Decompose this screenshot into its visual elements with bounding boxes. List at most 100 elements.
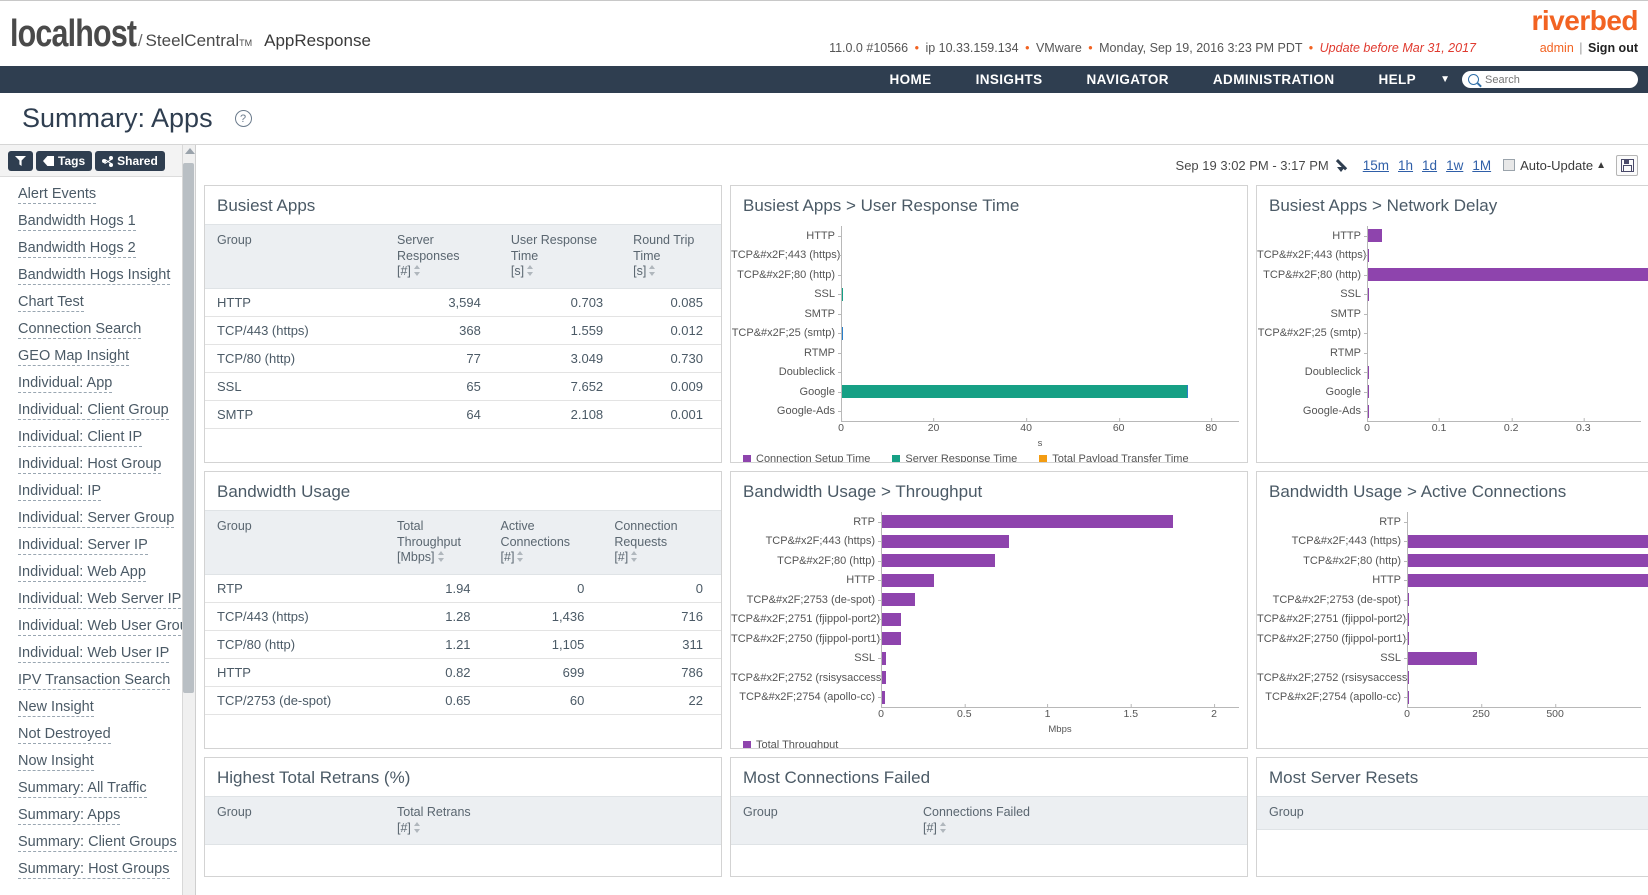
chart-bar[interactable] (882, 573, 1018, 587)
chart-bar[interactable] (1368, 229, 1429, 242)
column-header-2[interactable]: Active Connections [#] (488, 510, 603, 575)
sort-icon[interactable] (649, 265, 656, 277)
scrollbar-thumb[interactable] (183, 163, 194, 693)
search-input[interactable] (1483, 72, 1632, 87)
chart-bar[interactable] (882, 612, 965, 626)
chart-bar[interactable] (1408, 554, 1648, 567)
sidebar-item-3[interactable]: Bandwidth Hogs Insight (0, 262, 195, 289)
chart-bar[interactable] (882, 651, 922, 665)
quick-range-1h[interactable]: 1h (1398, 158, 1413, 173)
chevron-down-icon[interactable]: ▼ (1438, 66, 1460, 93)
legend-item[interactable]: Connection Setup Time (743, 453, 870, 462)
scroll-up-icon[interactable] (185, 148, 195, 154)
chart-active-connections[interactable]: RTP TCP&#x2F;443 (https) TCP&#x2F;80 (http… (1257, 506, 1648, 748)
search-box[interactable] (1462, 71, 1638, 88)
chart-bar[interactable] (842, 385, 1212, 398)
chart-bar[interactable] (1408, 690, 1419, 704)
chart-bar[interactable] (882, 632, 963, 645)
chart-throughput[interactable]: RTP TCP&#x2F;443 (https) TCP&#x2F;80 (http… (731, 506, 1247, 748)
legend-item[interactable]: Total Payload Transfer Time (1039, 453, 1189, 462)
chart-bar[interactable] (1368, 385, 1379, 398)
chart-bar[interactable] (882, 690, 912, 704)
legend-item[interactable]: Total Throughput (743, 739, 838, 748)
sidebar-item-16[interactable]: Individual: Web User Group (0, 613, 195, 640)
column-header-3[interactable]: Round Trip Time [s] (621, 224, 721, 289)
chart-bar[interactable] (1408, 573, 1648, 587)
sidebar-item-18[interactable]: IPV Transaction Search (0, 667, 195, 694)
sort-icon[interactable] (413, 821, 421, 833)
sidebar-item-25[interactable]: Summary: Host Groups (0, 856, 195, 883)
tags-button[interactable]: Tags (36, 151, 93, 171)
chart-bar[interactable] (842, 346, 843, 359)
chart-bar[interactable] (882, 593, 990, 606)
sidebar-item-17[interactable]: Individual: Web User IP (0, 640, 195, 667)
chart-network-delay[interactable]: HTTP TCP&#x2F;443 (https) TCP&#x2F;80 (htt… (1257, 220, 1648, 462)
chart-bar[interactable] (1408, 671, 1413, 684)
chevron-up-icon[interactable]: ▲ (1596, 160, 1606, 171)
sidebar-item-4[interactable]: Chart Test (0, 289, 195, 316)
sidebar-item-13[interactable]: Individual: Server IP (0, 532, 195, 559)
nav-item-navigator[interactable]: NAVIGATOR (1065, 66, 1191, 93)
chart-bar[interactable] (842, 326, 850, 340)
chart-bar[interactable] (1408, 612, 1424, 626)
chart-bar[interactable] (882, 554, 1083, 567)
quick-range-15m[interactable]: 15m (1363, 158, 1389, 173)
sign-out-link[interactable]: Sign out (1588, 41, 1638, 55)
nav-item-insights[interactable]: INSIGHTS (954, 66, 1065, 93)
chart-bar[interactable] (842, 229, 843, 242)
help-icon[interactable]: ? (234, 110, 252, 127)
chart-user-response-time[interactable]: HTTP TCP&#x2F;443 (https) TCP&#x2F;80 (htt… (731, 220, 1247, 462)
sidebar-item-6[interactable]: GEO Map Insight (0, 343, 195, 370)
table-row[interactable]: HTTP 0.82 699 786 (205, 658, 721, 687)
sidebar-scrollbar[interactable] (182, 145, 195, 895)
chart-bar[interactable] (842, 287, 862, 301)
sidebar-item-14[interactable]: Individual: Web App (0, 559, 195, 586)
chart-bar[interactable] (1368, 404, 1375, 418)
chart-bar[interactable] (1408, 534, 1648, 548)
chart-bar[interactable] (1368, 365, 1376, 379)
chart-bar[interactable] (882, 534, 1095, 548)
chart-bar[interactable] (842, 268, 850, 281)
sort-icon[interactable] (527, 265, 534, 277)
auto-update-checkbox[interactable] (1503, 159, 1516, 171)
chart-bar[interactable] (882, 515, 1204, 528)
sidebar-item-12[interactable]: Individual: Server Group (0, 505, 195, 532)
sidebar-item-0[interactable]: Alert Events (0, 181, 195, 208)
table-row[interactable]: HTTP 3,594 0.703 0.085 (205, 288, 721, 317)
quick-range-1M[interactable]: 1M (1472, 158, 1491, 173)
chart-bar[interactable] (1408, 593, 1426, 606)
column-header-2[interactable]: User Response Time [s] (498, 224, 622, 289)
sidebar-item-21[interactable]: Now Insight (0, 748, 195, 775)
chart-bar[interactable] (1368, 268, 1648, 281)
save-button[interactable] (1616, 154, 1638, 176)
table-row[interactable]: SSL 65 7.652 0.009 (205, 372, 721, 401)
quick-range-1d[interactable]: 1d (1422, 158, 1437, 173)
chart-bar[interactable] (842, 248, 846, 262)
sort-icon[interactable] (517, 551, 524, 563)
legend-item[interactable]: Server Response Time (892, 453, 1017, 462)
sidebar-item-24[interactable]: Summary: Client Groups (0, 829, 195, 856)
filter-button[interactable] (8, 151, 33, 171)
sidebar-item-20[interactable]: Not Destroyed (0, 721, 195, 748)
chart-bar[interactable] (1368, 248, 1377, 262)
column-header-1[interactable]: Connections Failed [#] (911, 795, 1247, 846)
sidebar-item-9[interactable]: Individual: Client IP (0, 424, 195, 451)
chart-bar[interactable] (1368, 287, 1374, 301)
sort-icon[interactable] (631, 551, 638, 563)
column-header-1[interactable]: Total Retrans [#] (385, 795, 721, 846)
sidebar-item-19[interactable]: New Insight (0, 694, 195, 721)
table-row[interactable]: SMTP 64 2.108 0.001 (205, 400, 721, 429)
sidebar-item-11[interactable]: Individual: IP (0, 478, 195, 505)
chart-bar[interactable] (1408, 651, 1535, 665)
sidebar-item-7[interactable]: Individual: App (0, 370, 195, 397)
sidebar-item-10[interactable]: Individual: Host Group (0, 451, 195, 478)
sidebar-item-2[interactable]: Bandwidth Hogs 2 (0, 235, 195, 262)
table-row[interactable]: TCP/443 (https) 1.28 1,436 716 (205, 602, 721, 631)
shared-button[interactable]: Shared (95, 151, 165, 171)
sort-icon[interactable] (413, 265, 421, 277)
quick-range-1w[interactable]: 1w (1446, 158, 1463, 173)
sidebar-item-5[interactable]: Connection Search (0, 316, 195, 343)
chart-bar[interactable] (882, 671, 920, 684)
column-header-1[interactable]: Server Responses [#] (385, 224, 499, 289)
column-header-1[interactable]: Total Throughput [Mbps] (385, 510, 489, 575)
